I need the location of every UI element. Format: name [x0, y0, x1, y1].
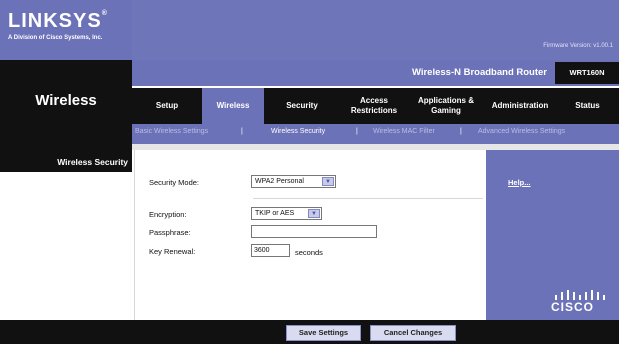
form-rule	[253, 198, 483, 199]
chevron-down-icon[interactable]: ▼	[308, 209, 320, 218]
subtab-separator: |	[241, 128, 243, 135]
logo-subtitle: A Division of Cisco Systems, Inc.	[8, 35, 103, 41]
section-title: Wireless Security	[57, 157, 128, 167]
subtab-wireless-security[interactable]: Wireless Security	[271, 128, 325, 135]
tab-setup[interactable]: Setup	[132, 88, 202, 124]
passphrase-label: Passphrase:	[149, 228, 191, 237]
tab-security[interactable]: Security	[264, 88, 340, 124]
cisco-logo-icon	[555, 290, 605, 300]
page-title: Wireless	[35, 92, 97, 109]
subtab-separator: |	[460, 128, 462, 135]
subtab-separator: |	[356, 128, 358, 135]
key-renewal-label: Key Renewal:	[149, 247, 196, 256]
model-badge: WRT160N	[555, 62, 619, 84]
encryption-label: Encryption:	[149, 210, 187, 219]
save-settings-button[interactable]: Save Settings	[286, 325, 361, 341]
tab-status[interactable]: Status	[556, 88, 619, 124]
security-mode-value: WPA2 Personal	[255, 178, 304, 185]
security-mode-label: Security Mode:	[149, 178, 200, 187]
subtab-mac-filter[interactable]: Wireless MAC Filter	[373, 128, 435, 135]
key-renewal-unit: seconds	[295, 248, 323, 257]
help-link[interactable]: Help...	[508, 178, 531, 187]
cancel-changes-button[interactable]: Cancel Changes	[370, 325, 456, 341]
tab-applications-gaming[interactable]: Applications & Gaming	[408, 88, 484, 124]
left-footer	[0, 320, 132, 344]
tab-access-restrictions[interactable]: Access Restrictions	[340, 88, 408, 124]
passphrase-input[interactable]	[251, 225, 377, 238]
encryption-select[interactable]: TKIP or AES ▼	[251, 207, 322, 220]
left-panel	[0, 150, 132, 320]
product-name: Wireless-N Broadband Router	[411, 67, 547, 78]
tab-administration[interactable]: Administration	[484, 88, 556, 124]
linksys-logo: LINKSYS®	[8, 10, 108, 32]
cisco-logo-text: CISCO	[551, 300, 595, 314]
security-mode-select[interactable]: WPA2 Personal ▼	[251, 175, 336, 188]
subtab-advanced-wireless[interactable]: Advanced Wireless Settings	[478, 128, 565, 135]
footer-right	[486, 320, 619, 344]
subtab-basic-wireless[interactable]: Basic Wireless Settings	[135, 128, 208, 135]
logo-area: LINKSYS® A Division of Cisco Systems, In…	[0, 0, 132, 60]
firmware-version: Firmware Version: v1.00.1	[543, 43, 613, 49]
form-panel: Security Mode: WPA2 Personal ▼ Encryptio…	[134, 150, 486, 320]
encryption-value: TKIP or AES	[255, 210, 295, 217]
tab-wireless[interactable]: Wireless	[202, 88, 264, 124]
key-renewal-input[interactable]: 3600	[251, 244, 290, 257]
chevron-down-icon[interactable]: ▼	[322, 177, 334, 186]
